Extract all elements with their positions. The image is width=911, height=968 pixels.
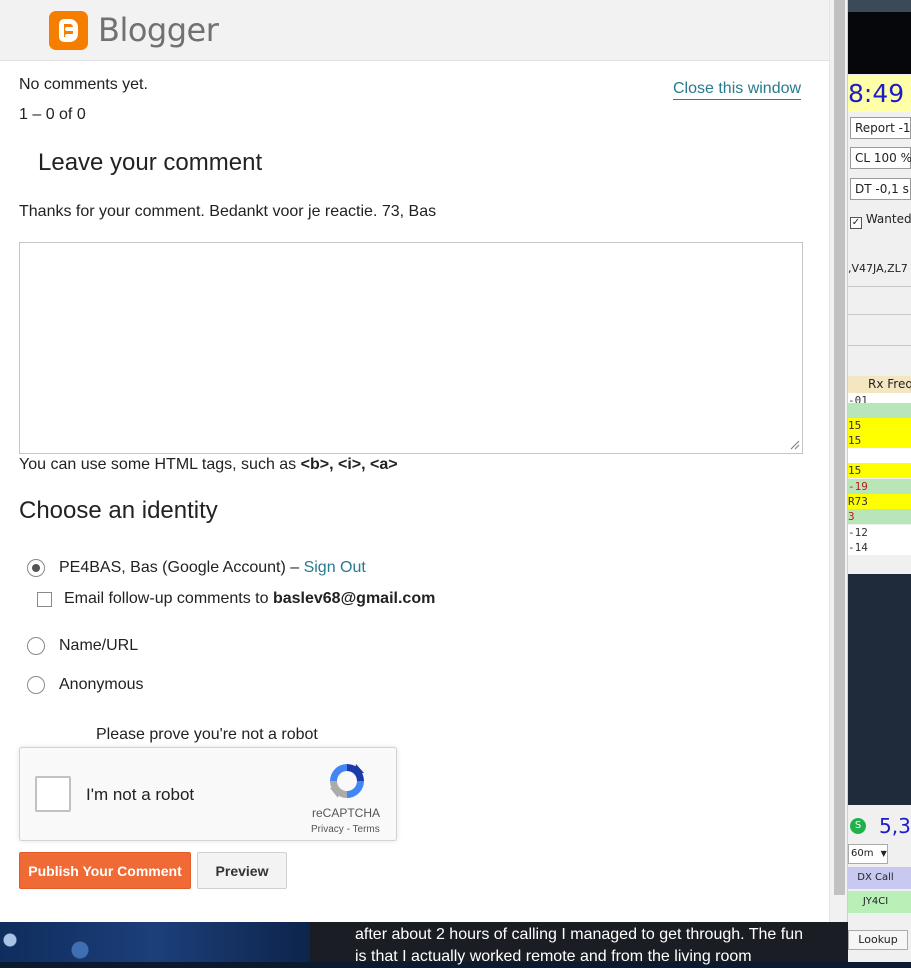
html-hint-tags: <b>, <i>, <a> <box>300 456 398 473</box>
wsjtx-decode-row[interactable] <box>848 403 911 418</box>
leave-comment-heading: Leave your comment <box>38 149 263 176</box>
comments-count: 1 – 0 of 0 <box>19 106 86 123</box>
identity-name-url-radio[interactable] <box>27 637 45 655</box>
article-line: after about 2 hours of calling I managed… <box>355 926 804 943</box>
background-article-text: after about 2 hours of calling I managed… <box>355 924 825 968</box>
status-dot-icon: S <box>850 818 866 834</box>
recaptcha-terms-link[interactable]: Terms <box>353 824 380 835</box>
choose-identity-heading: Choose an identity <box>19 497 218 524</box>
comment-intro-text: Thanks for your comment. Bedankt voor je… <box>19 203 437 220</box>
wsjtx-frequency: 5,35 <box>879 814 911 838</box>
wsjtx-decode-row[interactable]: -14 <box>848 540 911 555</box>
email-followup-prefix: Email follow-up comments to <box>64 590 273 607</box>
wsjtx-wanted-checkbox[interactable]: ✓ Wanted <box>850 212 911 229</box>
divider <box>848 314 911 315</box>
article-line: is that I actually worked remote and fro… <box>355 948 752 965</box>
blogger-header: Blogger <box>0 0 829 61</box>
recaptcha-separator: - <box>343 824 353 835</box>
recaptcha-label: I'm not a robot <box>86 785 195 804</box>
email-followup-label: Email follow-up comments to baslev68@gma… <box>64 590 435 608</box>
close-window-link[interactable]: Close this window <box>673 80 802 100</box>
publish-comment-button[interactable]: Publish Your Comment <box>19 852 191 889</box>
sign-out-link[interactable]: Sign Out <box>304 559 366 576</box>
wsjtx-decode-row[interactable]: 15 <box>848 418 911 433</box>
wsjtx-rx-freq-header: Rx Freq <box>848 376 911 393</box>
identity-google-label: PE4BAS, Bas (Google Account) – <box>59 559 304 576</box>
wsjtx-decode-row[interactable]: 3 <box>848 509 911 524</box>
wsjtx-cl-spinbox[interactable]: CL 100 % <box>850 147 911 169</box>
wsjtx-titlebar <box>848 0 911 12</box>
blogger-comment-popup: Blogger No comments yet. 1 – 0 of 0 Clos… <box>0 0 848 922</box>
wsjtx-dt-spinbox[interactable]: DT -0,1 s <box>850 178 911 200</box>
wsjtx-band-select[interactable]: 60m ▼ <box>848 844 888 864</box>
divider <box>848 286 911 287</box>
comments-status: No comments yet. <box>19 76 148 93</box>
html-tags-hint: You can use some HTML tags, such as <b>,… <box>19 456 398 474</box>
identity-name-url-label: Name/URL <box>59 637 139 654</box>
resize-grip-icon[interactable] <box>788 438 800 450</box>
wsjtx-decode-row[interactable]: -19 <box>848 479 911 494</box>
divider <box>848 345 911 346</box>
wsjtx-decode-row[interactable]: -12 <box>848 525 911 540</box>
preview-button[interactable]: Preview <box>197 852 287 889</box>
wsjtx-lookup-button[interactable]: Lookup <box>848 930 908 950</box>
identity-google-option: PE4BAS, Bas (Google Account) – Sign Out <box>59 559 366 577</box>
blogger-wordmark: Blogger <box>98 11 219 49</box>
wsjtx-decode-row[interactable]: 15 <box>848 433 911 448</box>
background-photo <box>0 920 310 962</box>
html-hint-prefix: You can use some HTML tags, such as <box>19 456 301 473</box>
identity-anonymous-radio[interactable] <box>27 676 45 694</box>
wsjtx-dx-call-field[interactable]: JY4CI <box>848 891 911 913</box>
blogger-logo-icon <box>49 11 88 50</box>
comment-textarea[interactable] <box>19 242 803 454</box>
wsjtx-decode-row[interactable]: R73 <box>848 494 911 509</box>
recaptcha-checkbox[interactable] <box>35 776 71 812</box>
recaptcha-privacy-link[interactable]: Privacy <box>311 824 344 835</box>
wsjtx-clock: 8:49 <box>848 76 911 112</box>
chevron-down-icon: ▼ <box>880 849 887 858</box>
wsjtx-decode-row[interactable] <box>848 448 911 463</box>
wsjtx-waterfall <box>848 12 911 74</box>
scrollbar-thumb[interactable] <box>834 0 845 895</box>
recaptcha-logo-icon <box>330 764 364 798</box>
wsjtx-wanted-label: Wanted <box>865 212 911 226</box>
captcha-prompt: Please prove you're not a robot <box>96 726 318 743</box>
background-wsjtx-window: 8:49 Report -1 CL 100 % DT -0,1 s ✓ Want… <box>848 0 911 962</box>
email-address: baslev68@gmail.com <box>272 590 436 607</box>
wsjtx-report-spinbox[interactable]: Report -1 <box>850 117 911 139</box>
recaptcha-brand: reCAPTCHA <box>312 806 381 820</box>
check-icon: ✓ <box>850 217 862 229</box>
identity-google-radio[interactable] <box>27 559 45 577</box>
email-followup-checkbox[interactable] <box>37 592 52 607</box>
identity-anonymous-label: Anonymous <box>59 676 144 693</box>
recaptcha-widget: I'm not a robot reCAPTCHA Privacy - Term… <box>19 747 397 841</box>
wsjtx-band-value: 60m <box>851 848 874 859</box>
recaptcha-links: Privacy - Terms <box>311 824 380 835</box>
wsjtx-decode-row[interactable]: 15 <box>848 463 911 478</box>
wsjtx-calls-field[interactable]: ,V47JA,ZL7 <box>848 262 908 275</box>
popup-scrollbar[interactable] <box>829 0 847 922</box>
wsjtx-dx-call-label: DX Call <box>848 867 911 889</box>
